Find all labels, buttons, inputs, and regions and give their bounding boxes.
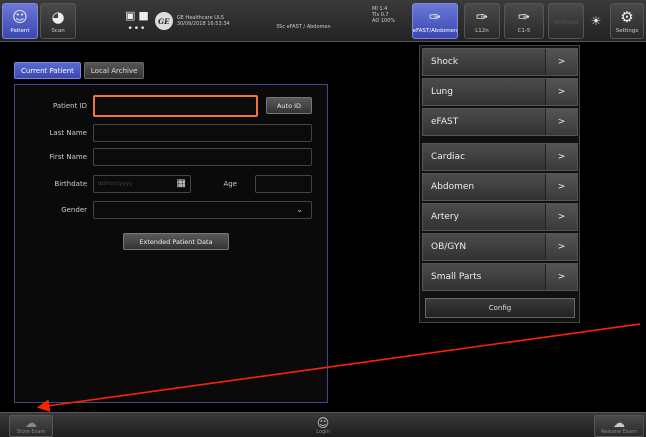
empty-probe-slot: No Probe (548, 3, 584, 39)
menu-item-label: Lung (431, 87, 453, 97)
menu-item-label: Shock (431, 57, 459, 67)
menu-item-ob-gyn[interactable]: OB/GYN > (422, 233, 578, 261)
scan-button-label: Scan (51, 27, 65, 34)
first-name-row: First Name (15, 148, 329, 166)
patient-id-input[interactable] (93, 95, 258, 117)
tab-current-patient[interactable]: Current Patient (14, 62, 81, 79)
resume-icon: ☁ (613, 416, 625, 430)
menu-item-label: OB/GYN (431, 242, 467, 252)
probe-efast-button[interactable]: ✑ eFAST/Abdomen (412, 3, 458, 39)
birthdate-label: Birthdate (54, 180, 87, 188)
system-info-text: GE Healthcare ULS 30/09/2018 16:53:34 (177, 15, 230, 27)
menu-item-lung[interactable]: Lung > (422, 78, 578, 106)
menu-item-label: Cardiac (431, 152, 466, 162)
last-name-row: Last Name (15, 124, 329, 142)
probe-l12n-label: L12n (475, 27, 489, 34)
probe-efast-label: eFAST/Abdomen (412, 27, 458, 34)
menu-item-label: Abdomen (431, 182, 475, 192)
login-button[interactable]: ☺ Login (304, 415, 342, 437)
resume-exam-button[interactable]: ☁ Resume Exam (594, 415, 644, 437)
first-name-label: First Name (49, 153, 87, 161)
bottom-toolbar: ☁ Store Exam ☺ Login ☁ Resume Exam (0, 412, 646, 437)
menu-item-efast[interactable]: eFAST > (422, 108, 578, 136)
birthdate-placeholder: dd/mm/yyyy (98, 181, 133, 187)
system-info: ▣ ■ ••• GE GE Healthcare ULS 30/09/2018 1… (125, 3, 230, 39)
top-toolbar: ☺ Patient ◕ Scan ▣ ■ ••• GE GE Healthcare… (0, 0, 646, 42)
chevron-right-icon[interactable]: > (545, 144, 577, 170)
probe-3sc-icon: ✑ (428, 7, 442, 26)
more-icon[interactable]: ••• (127, 24, 146, 34)
storage-icon: ■ (138, 8, 149, 22)
probe-icon: ◕ (51, 7, 65, 26)
extended-patient-data-button[interactable]: Extended Patient Data (123, 233, 229, 250)
login-label: Login (316, 429, 330, 435)
last-name-label: Last Name (49, 129, 87, 137)
gender-row: Gender ⌄ (15, 201, 329, 219)
store-exam-button[interactable]: ☁ Store Exam (9, 415, 53, 437)
menu-item-abdomen[interactable]: Abdomen > (422, 173, 578, 201)
chevron-down-icon: ⌄ (296, 205, 303, 214)
settings-button-label: Settings (615, 27, 639, 34)
chevron-right-icon[interactable]: > (545, 234, 577, 260)
preset-text: 3Sc eFAST / Abdomen (276, 24, 331, 30)
auto-id-button[interactable]: Auto ID (266, 97, 312, 114)
menu-item-label: Artery (431, 212, 459, 222)
probe-l12n-button[interactable]: ✑ L12n (464, 3, 500, 39)
config-button[interactable]: Config (425, 298, 575, 318)
settings-button[interactable]: ⚙ Settings (610, 3, 644, 39)
store-icon: ☁ (25, 416, 37, 430)
ao-text: AO 100% (372, 18, 396, 24)
app-window: ☺ Patient ◕ Scan ▣ ■ ••• GE GE Healthcare… (0, 0, 646, 437)
store-exam-label: Store Exam (16, 429, 46, 435)
patient-tabs: Current Patient Local Archive (14, 62, 145, 79)
gear-icon: ⚙ (620, 7, 634, 26)
menu-item-cardiac[interactable]: Cardiac > (422, 143, 578, 171)
last-name-input[interactable] (93, 124, 312, 142)
probe-linear-icon: ✑ (475, 7, 489, 26)
scan-button[interactable]: ◕ Scan (40, 3, 76, 39)
menu-item-artery[interactable]: Artery > (422, 203, 578, 231)
patient-icon: ☺ (12, 7, 28, 26)
gender-label: Gender (61, 206, 87, 214)
chevron-right-icon[interactable]: > (545, 49, 577, 75)
preset-menu: Shock > Lung > eFAST > Cardiac > Abdomen > Ar… (419, 45, 580, 323)
chevron-right-icon[interactable]: > (545, 264, 577, 290)
empty-probe-label: No Probe (553, 19, 579, 26)
user-icon: ☺ (316, 416, 330, 430)
patient-id-label: Patient ID (52, 102, 87, 110)
brightness-control[interactable]: ☀ (586, 3, 606, 39)
patient-button-label: Patient (10, 27, 30, 34)
patient-id-row: Patient ID Auto ID (15, 95, 329, 117)
menu-item-shock[interactable]: Shock > (422, 48, 578, 76)
patient-form-panel: Patient ID Auto ID Last Name First Name … (14, 84, 328, 403)
chevron-right-icon[interactable]: > (545, 204, 577, 230)
ge-logo-icon: GE (154, 12, 173, 30)
status-icons: ▣ ■ ••• (125, 9, 149, 34)
birthdate-row: Birthdate dd/mm/yyyy ▦ Age (15, 175, 329, 193)
printer-icon: ▣ (125, 8, 136, 22)
datetime-text: 30/09/2018 16:53:34 (176, 21, 230, 27)
probe-c1-5-label: C1-5 (517, 27, 531, 34)
probe-c1-5-button[interactable]: ✑ C1-5 (504, 3, 544, 39)
mi-readout: MI 1.4 TIs 0.7 AO 100% (372, 6, 395, 24)
menu-item-label: eFAST (431, 117, 459, 127)
brightness-icon: ☀ (590, 14, 602, 28)
patient-button[interactable]: ☺ Patient (2, 3, 38, 39)
chevron-right-icon[interactable]: > (545, 109, 577, 135)
gender-select[interactable]: ⌄ (93, 201, 312, 219)
chevron-right-icon[interactable]: > (545, 79, 577, 105)
probe-convex-icon: ✑ (517, 7, 531, 26)
tab-local-archive[interactable]: Local Archive (83, 62, 145, 79)
resume-exam-label: Resume Exam (601, 429, 637, 435)
age-input[interactable] (255, 175, 312, 193)
chevron-right-icon[interactable]: > (545, 174, 577, 200)
menu-item-small-parts[interactable]: Small Parts > (422, 263, 578, 291)
menu-item-label: Small Parts (431, 272, 482, 282)
first-name-input[interactable] (93, 148, 312, 166)
age-label: Age (223, 180, 237, 188)
